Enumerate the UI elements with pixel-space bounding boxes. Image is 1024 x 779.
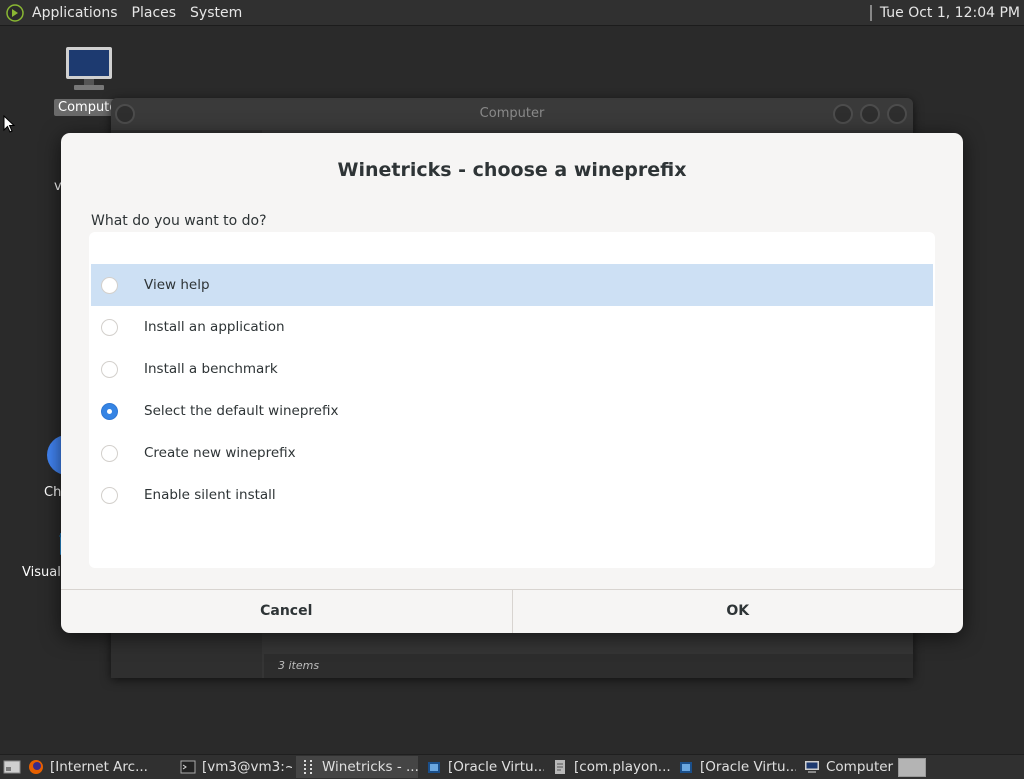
panel-separator (869, 4, 872, 21)
option-create-wineprefix[interactable]: Create new wineprefix (91, 432, 933, 474)
show-desktop-button[interactable] (0, 755, 24, 779)
option-label: Enable silent install (144, 487, 276, 503)
show-desktop-icon (3, 760, 21, 774)
dialog-button-row: Cancel OK (61, 589, 963, 633)
clock[interactable]: Tue Oct 1, 12:04 PM (880, 5, 1020, 21)
close-button[interactable] (887, 104, 907, 124)
terminal-icon (180, 760, 196, 774)
radio-button[interactable] (101, 486, 118, 504)
file-manager-titlebar[interactable]: Computer (111, 98, 913, 130)
radio-button[interactable] (101, 276, 118, 294)
window-title: Computer (479, 106, 545, 121)
menu-places[interactable]: Places (132, 5, 177, 21)
taskbar-item-label: [vm3@vm3:~] (202, 759, 292, 775)
taskbar-item-label: Computer (826, 759, 894, 775)
winetricks-dialog: Winetricks - choose a wineprefix What do… (61, 133, 963, 633)
radio-button[interactable] (101, 318, 118, 336)
option-select-default-wineprefix[interactable]: Select the default wineprefix (91, 390, 933, 432)
option-label: Select the default wineprefix (144, 403, 339, 419)
taskbar-item-winetricks[interactable]: Winetricks - ... (296, 756, 418, 778)
mate-logo-icon[interactable] (6, 3, 24, 22)
taskbar-item-internet-archive[interactable]: [Internet Arc... (24, 756, 172, 778)
window-menu-button[interactable] (115, 104, 135, 124)
minimize-button[interactable] (833, 104, 853, 124)
options-list: View help Install an application Install… (89, 232, 935, 568)
winetricks-icon (304, 760, 312, 774)
computer-icon (805, 761, 819, 773)
menu-system[interactable]: System (190, 5, 242, 21)
taskbar-item-computer[interactable]: Computer (800, 756, 908, 778)
taskbar: [Internet Arc... [vm3@vm3:~] Winetricks … (0, 754, 1024, 779)
taskbar-item-label: [Oracle Virtu... (700, 759, 796, 775)
option-label: Install an application (144, 319, 285, 335)
mouse-cursor-icon (3, 115, 16, 133)
taskbar-item-label: [com.playon... (574, 759, 670, 775)
option-install-application[interactable]: Install an application (91, 306, 933, 348)
workspace-switcher[interactable] (898, 758, 926, 777)
option-install-benchmark[interactable]: Install a benchmark (91, 348, 933, 390)
taskbar-item-playonlinux[interactable]: [com.playon... (548, 756, 670, 778)
status-bar: 3 items (264, 654, 913, 678)
taskbar-item-label: [Oracle Virtu... (448, 759, 544, 775)
taskbar-item-label: Winetricks - ... (322, 759, 418, 775)
option-view-help[interactable]: View help (91, 264, 933, 306)
taskbar-item-oracle-virtualbox-1[interactable]: [Oracle Virtu... (422, 756, 544, 778)
option-enable-silent-install[interactable]: Enable silent install (91, 474, 933, 516)
taskbar-item-terminal[interactable]: [vm3@vm3:~] (176, 756, 292, 778)
menu-applications[interactable]: Applications (32, 5, 118, 21)
taskbar-item-oracle-virtualbox-2[interactable]: [Oracle Virtu... (674, 756, 796, 778)
radio-button-checked[interactable] (101, 402, 118, 420)
cancel-button[interactable]: Cancel (61, 590, 512, 633)
option-label: Create new wineprefix (144, 445, 296, 461)
ok-button[interactable]: OK (511, 590, 964, 633)
taskbar-item-label: [Internet Arc... (50, 759, 148, 775)
dialog-question: What do you want to do? (91, 213, 267, 229)
radio-button[interactable] (101, 360, 118, 378)
option-label: View help (144, 277, 210, 293)
dialog-title: Winetricks - choose a wineprefix (337, 159, 687, 181)
radio-button[interactable] (101, 444, 118, 462)
maximize-button[interactable] (860, 104, 880, 124)
firefox-icon (29, 760, 43, 774)
document-icon (555, 760, 565, 774)
option-label: Install a benchmark (144, 361, 278, 377)
top-panel: Applications Places System Tue Oct 1, 12… (0, 0, 1024, 26)
virtualbox-icon (428, 762, 440, 773)
computer-icon (66, 47, 112, 90)
virtualbox-icon (680, 762, 692, 773)
